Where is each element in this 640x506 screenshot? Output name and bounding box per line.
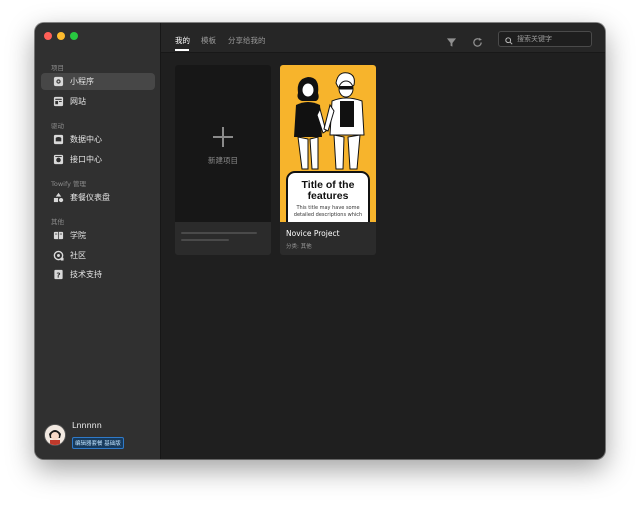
sidebar-item-label: 接口中心	[70, 155, 102, 164]
thumbnail-description: This title may have some detailed descri…	[293, 205, 363, 218]
sidebar-item-label: 套餐仪表盘	[70, 193, 110, 202]
section-label-project: 项目	[51, 64, 64, 72]
sidebar-item-support[interactable]: ? 技术支持	[41, 266, 155, 283]
placeholder-line	[181, 232, 257, 234]
plus-icon	[213, 127, 233, 147]
top-toolbar: 我的 模板 分享给我的	[161, 23, 605, 53]
maximize-window-button[interactable]	[70, 32, 78, 40]
academy-icon	[53, 230, 64, 241]
website-icon	[53, 96, 64, 107]
project-card[interactable]: Title of the features This title may hav…	[280, 65, 376, 255]
sidebar-item-mini-program[interactable]: 小程序	[41, 73, 155, 90]
svg-text:?: ?	[56, 270, 60, 279]
close-window-button[interactable]	[44, 32, 52, 40]
sidebar-item-label: 数据中心	[70, 135, 102, 144]
thumbnail-title: Title of the features	[301, 179, 355, 202]
tab-shared-with-me[interactable]: 分享给我的	[228, 35, 266, 46]
plan-badge: 编辑器套餐 基础版	[72, 437, 124, 449]
data-center-icon	[53, 134, 64, 145]
search-box[interactable]	[498, 31, 592, 47]
project-name: Novice Project	[286, 229, 340, 238]
sidebar-item-dashboard[interactable]: 套餐仪表盘	[41, 189, 155, 206]
sidebar-item-website[interactable]: 网站	[41, 93, 155, 110]
sidebar-item-label: 技术支持	[70, 270, 102, 279]
support-icon: ?	[53, 269, 64, 280]
minimize-window-button[interactable]	[57, 32, 65, 40]
new-project-card[interactable]: 新建项目	[175, 65, 271, 255]
search-icon	[505, 30, 513, 49]
sidebar-item-api-center[interactable]: 接口中心	[41, 151, 155, 168]
sidebar-item-label: 网站	[70, 97, 86, 106]
refresh-icon[interactable]	[472, 33, 483, 47]
new-project-label: 新建项目	[208, 156, 238, 165]
search-input[interactable]	[517, 35, 589, 43]
section-label-other: 其他	[51, 218, 64, 226]
avatar[interactable]	[44, 424, 66, 446]
dashboard-icon	[53, 192, 64, 203]
sidebar-item-label: 社区	[70, 251, 86, 260]
sidebar-item-label: 小程序	[70, 77, 94, 86]
section-label-driver: 驱动	[51, 122, 64, 130]
filter-icon[interactable]	[446, 33, 457, 47]
user-name: Lnnnnn	[72, 421, 102, 430]
project-thumbnail: Title of the features This title may hav…	[280, 65, 376, 222]
active-tab-indicator	[175, 49, 189, 51]
window-controls	[44, 32, 78, 40]
user-profile[interactable]: Lnnnnn 编辑器套餐 基础版	[44, 421, 124, 449]
tab-templates[interactable]: 模板	[201, 35, 216, 46]
community-icon	[53, 250, 64, 261]
sidebar-item-community[interactable]: 社区	[41, 247, 155, 264]
new-project-thumbnail: 新建项目	[175, 65, 271, 222]
illustration-people	[294, 72, 365, 170]
app-window: 项目 小程序 网站 驱动 数据中心 接口中心 Towify 管理 套餐仪表盘 其…	[35, 23, 605, 459]
thumbnail-title-card: Title of the features This title may hav…	[286, 171, 370, 222]
sidebar-item-academy[interactable]: 学院	[41, 227, 155, 244]
sidebar-item-label: 学院	[70, 231, 86, 240]
section-label-towify: Towify 管理	[51, 180, 87, 188]
mini-program-icon	[53, 76, 64, 87]
api-center-icon	[53, 154, 64, 165]
sidebar: 项目 小程序 网站 驱动 数据中心 接口中心 Towify 管理 套餐仪表盘 其…	[35, 23, 161, 459]
sidebar-item-data-center[interactable]: 数据中心	[41, 131, 155, 148]
placeholder-line	[181, 239, 229, 241]
tab-mine[interactable]: 我的	[175, 35, 190, 46]
project-category: 分类: 其他	[286, 244, 312, 250]
